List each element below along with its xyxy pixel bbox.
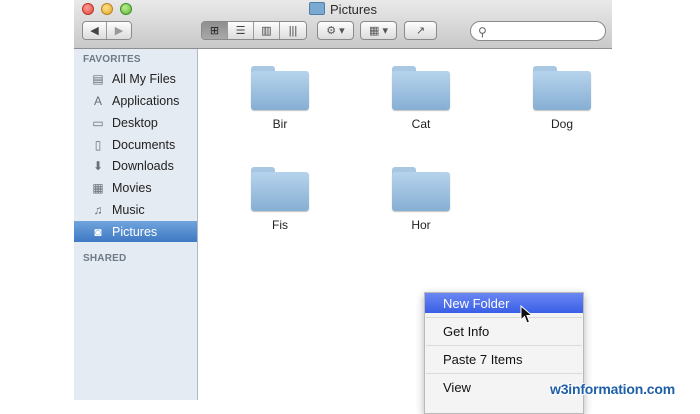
- all-files-icon: ▤: [92, 71, 104, 86]
- list-view-icon: ☰: [235, 25, 246, 37]
- menu-separator: [426, 345, 582, 346]
- sidebar-item-music[interactable]: ♫ Music: [74, 199, 197, 220]
- folder-icon: [251, 66, 309, 110]
- pictures-folder-icon: [309, 2, 326, 15]
- sidebar-item-label: Documents: [112, 137, 176, 152]
- menu-separator: [426, 317, 582, 318]
- movies-icon: ▦: [92, 180, 104, 195]
- window-title: Pictures: [74, 2, 612, 17]
- documents-icon: ▯: [94, 137, 102, 152]
- menu-separator: [426, 373, 582, 374]
- sidebar-item-documents[interactable]: ▯ Documents: [74, 134, 197, 155]
- desktop-icon: ▭: [92, 115, 104, 130]
- sidebar-item-downloads[interactable]: ⬇ Downloads: [74, 155, 197, 176]
- search-input[interactable]: [493, 24, 603, 40]
- sidebar-item-pictures[interactable]: ◙ Pictures: [74, 221, 197, 242]
- sidebar-item-label: Applications: [112, 93, 180, 108]
- music-icon: ♫: [93, 202, 103, 217]
- folder-label: Dog: [550, 117, 573, 131]
- menu-item-paste-7-items[interactable]: Paste 7 Items: [425, 349, 583, 369]
- window-title-text: Pictures: [330, 2, 377, 17]
- sidebar-item-label: All My Files: [112, 71, 176, 86]
- mouse-pointer-icon: [520, 305, 534, 324]
- share-icon: ↗: [415, 25, 426, 37]
- downloads-icon: ⬇: [92, 158, 104, 173]
- right-margin: [612, 0, 700, 400]
- folder-label: Fis: [272, 218, 288, 232]
- view-mode-button-list-view[interactable]: ☰: [228, 22, 254, 39]
- sidebar-item-label: Downloads: [112, 158, 174, 173]
- applications-icon: A: [93, 93, 102, 108]
- folder-item[interactable]: Bir: [235, 56, 325, 136]
- search-field[interactable]: ⚲: [470, 21, 606, 41]
- folder-label: Hor: [411, 218, 431, 232]
- coverflow-view-icon: |||: [288, 24, 298, 37]
- watermark: w3information.com: [550, 381, 675, 397]
- shared-heading: SHARED: [83, 253, 127, 264]
- folder-icon: [533, 66, 591, 110]
- sidebar-item-label: Movies: [112, 180, 152, 195]
- folder-icon: [392, 167, 450, 211]
- menu-item-get-info[interactable]: Get Info: [425, 321, 583, 341]
- folder-item[interactable]: Cat: [376, 56, 466, 136]
- forward-button[interactable]: ▶: [107, 22, 131, 39]
- folder-icon: [251, 167, 309, 211]
- arrange-icon: ▦ ▾: [369, 25, 388, 37]
- icon-view-icon: ⊞: [209, 25, 220, 37]
- folder-item[interactable]: Hor: [376, 157, 466, 237]
- chevron-left-icon: ◀: [90, 25, 99, 37]
- sidebar-item-desktop[interactable]: ▭ Desktop: [74, 112, 197, 133]
- left-margin: [0, 0, 74, 400]
- folder-icon: [392, 66, 450, 110]
- view-mode-button-coverflow-view[interactable]: |||: [280, 22, 306, 39]
- folder-item[interactable]: Dog: [517, 56, 607, 136]
- sidebar-item-movies[interactable]: ▦ Movies: [74, 177, 197, 198]
- view-mode-button-icon-view[interactable]: ⊞: [202, 22, 228, 39]
- sidebar-item-all-my-files[interactable]: ▤ All My Files: [74, 68, 197, 89]
- column-view-icon: ▥: [261, 25, 272, 37]
- gear-icon: ⚙ ▾: [326, 25, 345, 37]
- sidebar-item-label: Desktop: [112, 115, 158, 130]
- nav-button-group: ◀ ▶: [82, 21, 132, 40]
- sidebar-item-applications[interactable]: A Applications: [74, 90, 197, 111]
- back-button[interactable]: ◀: [83, 22, 108, 39]
- menu-item-new-folder[interactable]: New Folder: [425, 293, 583, 313]
- folder-label: Cat: [411, 117, 431, 131]
- view-mode-button-column-view[interactable]: ▥: [254, 22, 280, 39]
- chevron-right-icon: ▶: [114, 25, 124, 37]
- sidebar-item-label: Music: [112, 202, 145, 217]
- folder-item[interactable]: Fis: [235, 157, 325, 237]
- action-menu-button[interactable]: ⚙ ▾: [317, 21, 354, 40]
- view-mode-group: ⊞ ☰ ▥ |||: [201, 21, 307, 40]
- arrange-menu-button[interactable]: ▦ ▾: [360, 21, 397, 40]
- share-button[interactable]: ↗: [404, 21, 437, 40]
- sidebar: FAVORITES ▤ All My Files A Applications ▭ Des…: [74, 49, 198, 400]
- window-toolbar: Pictures ◀ ▶ ⊞ ☰ ▥ ||| ⚙ ▾ ▦ ▾ ↗ ⚲: [74, 0, 612, 49]
- search-icon: ⚲: [478, 25, 487, 39]
- pictures-icon: ◙: [94, 224, 102, 239]
- favorites-heading: FAVORITES: [83, 54, 141, 65]
- folder-label: Bir: [272, 117, 288, 131]
- sidebar-item-label: Pictures: [112, 224, 158, 239]
